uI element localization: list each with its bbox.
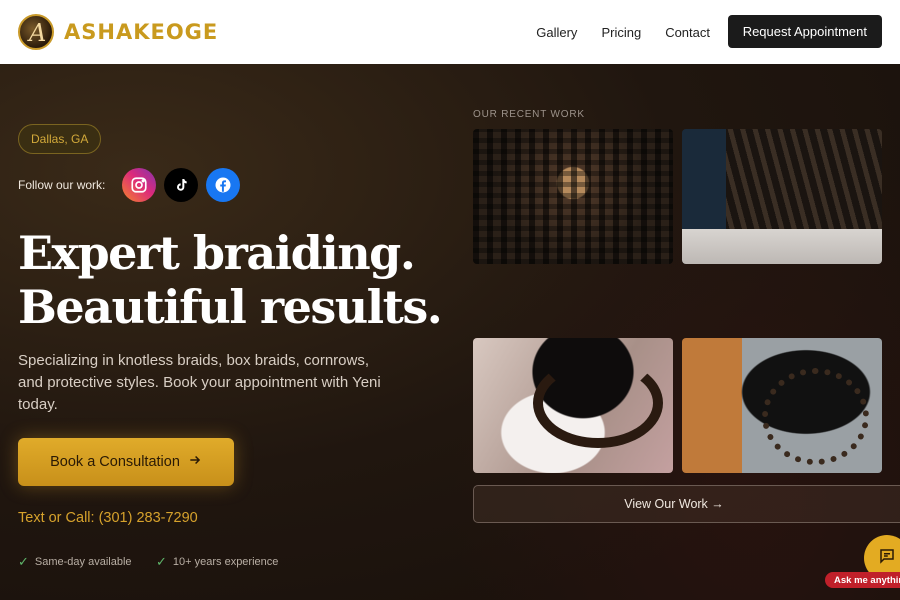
nav-gallery[interactable]: Gallery [536,25,577,40]
location-badge: Dallas, GA [18,124,102,154]
request-appointment-button[interactable]: Request Appointment [727,15,882,48]
hero-subtext: Specializing in knotless braids, box bra… [18,352,381,413]
instagram-icon[interactable] [122,168,156,202]
view-our-work-button[interactable]: View Our Work → [473,485,900,523]
site-header: A ASHAKEOGE Gallery Pricing Contact Requ… [0,0,900,64]
gallery-photo-4[interactable] [682,338,882,473]
book-consultation-label: Book a Consultation [50,454,180,470]
gallery-photo-2[interactable] [682,129,882,264]
headline-line-2: Beautiful results. [18,280,443,334]
check-icon: ✓ [156,554,167,569]
gallery-photo-1[interactable] [473,129,673,264]
nav-pricing[interactable]: Pricing [601,25,641,40]
nav-contact[interactable]: Contact [665,25,710,40]
facebook-icon[interactable] [206,168,240,202]
feature-experience: ✓ 10+ years experience [156,554,278,570]
gallery-label: OUR RECENT WORK [473,109,585,120]
feature-label: Same-day available [34,556,132,568]
follow-label: Follow our work: [18,178,106,192]
feature-same-day: ✓ Same-day available [18,554,132,570]
feature-label: 10+ years experience [172,556,279,568]
check-icon: ✓ [18,554,29,569]
brand-name[interactable]: ASHAKEOGE [64,20,218,44]
call-link[interactable]: Text or Call: (301) 283-7290 [18,510,198,526]
logo-icon[interactable]: A [18,14,54,50]
hero-headline: Expert braiding. Beautiful results. [18,226,443,334]
tiktok-icon[interactable] [164,168,198,202]
chat-tag[interactable]: Ask me anythin [825,572,900,588]
chat-icon [878,547,896,570]
book-consultation-button[interactable]: Book a Consultation [18,438,234,486]
gallery-photo-3[interactable] [473,338,673,473]
arrow-right-icon [188,453,202,471]
headline-line-1: Expert braiding. [18,226,416,280]
main-nav: Gallery Pricing Contact [536,0,710,64]
